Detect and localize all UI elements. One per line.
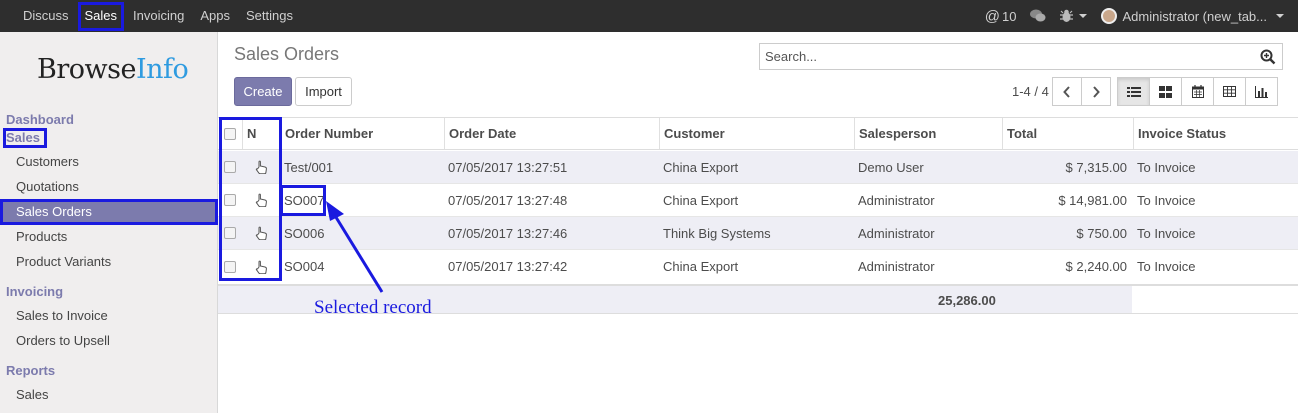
annotation-arrow <box>326 201 384 293</box>
annotation-label: Selected record <box>314 297 432 318</box>
